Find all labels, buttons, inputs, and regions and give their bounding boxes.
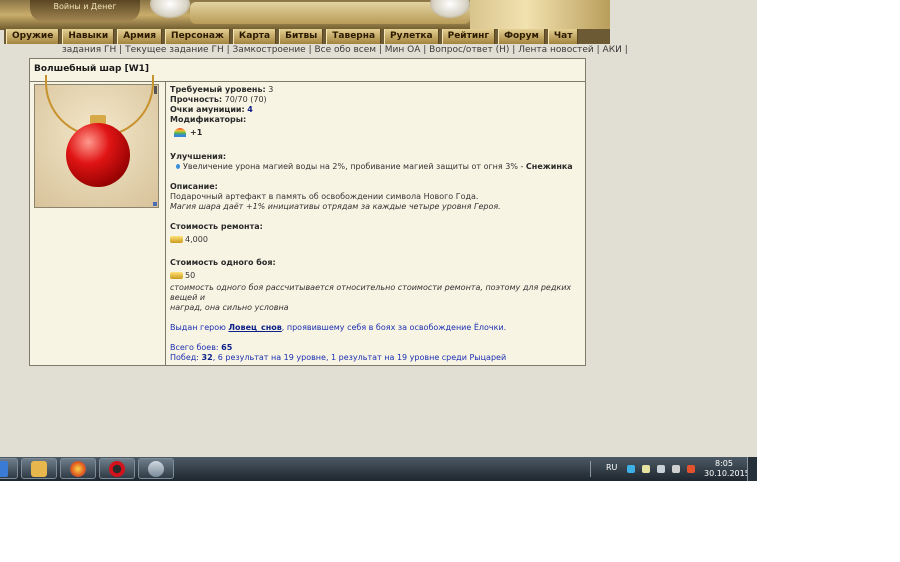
firefox-icon bbox=[70, 461, 86, 477]
item-details: Требуемый уровень: 3 Прочность: 70/70 (7… bbox=[170, 85, 582, 363]
image-corner-mark bbox=[154, 86, 157, 94]
language-indicator[interactable]: RU bbox=[606, 463, 617, 472]
volume-icon[interactable] bbox=[672, 465, 680, 473]
fight-cost-row: 50 bbox=[170, 271, 582, 281]
taskbar-explorer[interactable] bbox=[21, 458, 57, 479]
link-qa[interactable]: Вопрос/ответ (Н) bbox=[429, 45, 509, 55]
folder-icon bbox=[31, 461, 47, 477]
menu-battles[interactable]: Битвы bbox=[279, 29, 324, 44]
tray-chat-icon[interactable] bbox=[642, 465, 650, 473]
link-all-about-all[interactable]: Все обо всем bbox=[315, 45, 377, 55]
tray-network-icon[interactable] bbox=[657, 465, 665, 473]
required-level-row: Требуемый уровень: 3 bbox=[170, 85, 274, 94]
fight-cost-label: Стоимость одного боя: bbox=[170, 258, 276, 267]
game-logo[interactable]: Войны и Денег bbox=[30, 0, 140, 22]
description-line-1: Подарочный артефакт в память об освобожд… bbox=[170, 192, 479, 201]
rainbow-icon bbox=[174, 128, 186, 137]
link-current-gn-task[interactable]: Текущее задание ГН bbox=[125, 45, 224, 55]
link-gn-tasks[interactable]: задания ГН bbox=[62, 45, 116, 55]
taskbar-app[interactable] bbox=[138, 458, 174, 479]
link-aki[interactable]: АКИ bbox=[603, 45, 622, 55]
description-line-2: Магия шара даёт +1% инициативы отрядам з… bbox=[170, 202, 501, 211]
main-menu: Оружие Навыки Армия Персонаж Карта Битвы… bbox=[4, 29, 610, 44]
christmas-ball-image bbox=[34, 75, 159, 208]
menu-forum[interactable]: Форум bbox=[498, 29, 545, 44]
total-fights-row: Всего боев: 65 bbox=[170, 343, 233, 352]
modifiers-label: Модификаторы: bbox=[170, 115, 247, 124]
gold-icon bbox=[170, 272, 183, 279]
upgrade-row: Увеличение урона магией воды на 2%, проб… bbox=[170, 162, 582, 172]
taskbar-opera[interactable] bbox=[99, 458, 135, 479]
water-drop-icon bbox=[176, 164, 180, 169]
windows-icon bbox=[0, 461, 8, 477]
start-button[interactable] bbox=[0, 458, 18, 479]
fight-cost-note-1: стоимость одного боя рассчитывается отно… bbox=[170, 283, 572, 302]
app-icon bbox=[148, 461, 164, 477]
repair-cost-row: 4,000 bbox=[170, 235, 582, 245]
upgrades-label: Улучшения: bbox=[170, 152, 227, 161]
hero-link[interactable]: Ловец_снов bbox=[228, 323, 281, 332]
image-corner-mark-2 bbox=[153, 202, 157, 206]
clock[interactable]: 8:05 30.10.2015 bbox=[704, 459, 750, 479]
link-news-feed[interactable]: Лента новостей bbox=[518, 45, 594, 55]
description-label: Описание: bbox=[170, 182, 218, 191]
repair-cost-label: Стоимость ремонта: bbox=[170, 222, 263, 231]
opera-icon bbox=[109, 461, 125, 477]
taskbar-firefox[interactable] bbox=[60, 458, 96, 479]
logo-text: Войны и Денег bbox=[53, 2, 117, 11]
ammo-row: Очки амуниции: 4 bbox=[170, 105, 253, 114]
item-card: Волшебный шар [W1] Требуемый уровень: 3 … bbox=[29, 58, 586, 366]
game-window: Войны и Денег Оружие Навыки Армия Персон… bbox=[0, 0, 757, 481]
durability-row: Прочность: 70/70 (70) bbox=[170, 95, 267, 104]
menu-weapons[interactable]: Оружие bbox=[6, 29, 60, 44]
fight-cost-note-2: наград, она сильно условна bbox=[170, 303, 289, 312]
menu-skills[interactable]: Навыки bbox=[62, 29, 115, 44]
item-image-column bbox=[30, 75, 166, 365]
header-plate bbox=[190, 2, 470, 24]
link-min-oa[interactable]: Мин ОА bbox=[385, 45, 421, 55]
menu-chat[interactable]: Чат bbox=[547, 29, 579, 44]
system-tray: RU 8:05 30.10.2015 bbox=[598, 457, 757, 481]
menu-tavern[interactable]: Таверна bbox=[326, 29, 382, 44]
issued-row: Выдан герою Ловец_снов, проявившему себя… bbox=[170, 323, 507, 332]
quick-links: задания ГН | Текущее задание ГН | Замкос… bbox=[62, 45, 628, 55]
show-desktop-button[interactable] bbox=[747, 457, 757, 481]
taskbar-separator bbox=[590, 461, 591, 477]
castle-image bbox=[470, 0, 610, 30]
modifier-row: +1 bbox=[170, 128, 582, 138]
menu-map[interactable]: Карта bbox=[232, 29, 277, 44]
wins-row: Побед: 32, 6 результат на 19 уровне, 1 р… bbox=[170, 353, 507, 362]
left-orb-icon bbox=[150, 0, 190, 18]
gold-icon bbox=[170, 236, 183, 243]
menu-roulette[interactable]: Рулетка bbox=[384, 29, 439, 44]
taskbar: RU 8:05 30.10.2015 bbox=[0, 457, 757, 481]
tray-app-icon[interactable] bbox=[627, 465, 635, 473]
menu-army[interactable]: Армия bbox=[117, 29, 163, 44]
tray-alert-icon[interactable] bbox=[687, 465, 695, 473]
menu-character[interactable]: Персонаж bbox=[165, 29, 230, 44]
ball-shape bbox=[66, 123, 130, 187]
link-castle-building[interactable]: Замкостроение bbox=[232, 45, 305, 55]
clock-time: 8:05 bbox=[715, 459, 733, 468]
menu-rating[interactable]: Рейтинг bbox=[441, 29, 496, 44]
clock-date: 30.10.2015 bbox=[704, 469, 750, 478]
game-header-banner: Войны и Денег bbox=[0, 0, 610, 30]
